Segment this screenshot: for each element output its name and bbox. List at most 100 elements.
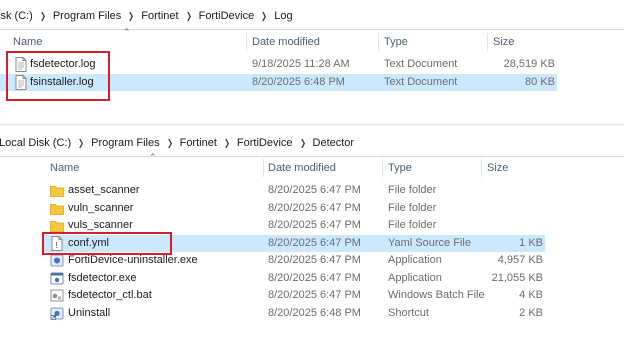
breadcrumb-item-program-files[interactable]: Program Files — [52, 10, 122, 22]
folder-row-asset-scanner[interactable]: asset_scanner 8/20/2025 6:47 PM File fol… — [0, 182, 624, 199]
folder-icon — [50, 204, 64, 215]
file-type: File folder — [388, 202, 437, 214]
breadcrumb: isk (C:) ❯ Program Files ❯ Fortinet ❯ Fo… — [0, 5, 624, 30]
file-type: Text Document — [384, 76, 458, 88]
address-bar-border — [0, 29, 624, 30]
yaml-file-icon: ! — [51, 236, 63, 251]
breadcrumb-item-detector[interactable]: Detector — [312, 137, 356, 149]
file-name: fsdetector.exe — [68, 272, 137, 284]
file-name: vuls_scanner — [68, 219, 133, 231]
column-header-type[interactable]: Type — [388, 158, 412, 178]
column-divider[interactable] — [481, 159, 482, 177]
file-size: 4 KB — [519, 289, 543, 301]
column-divider[interactable] — [263, 159, 264, 177]
folder-icon — [50, 186, 64, 197]
text-file-icon — [15, 57, 27, 72]
breadcrumb-item-program-files[interactable]: Program Files — [90, 137, 160, 149]
folder-row-vuls-scanner[interactable]: vuls_scanner 8/20/2025 6:47 PM File fold… — [0, 217, 624, 234]
file-row-fsdetector-ctl-bat[interactable]: fsdetector_ctl.bat 8/20/2025 6:47 PM Win… — [0, 287, 624, 304]
file-type: Shortcut — [388, 307, 429, 319]
breadcrumb: Local Disk (C:) ❯ Program Files ❯ Fortin… — [0, 132, 624, 157]
breadcrumb-item-fortinet[interactable]: Fortinet — [179, 137, 218, 149]
column-divider[interactable] — [382, 159, 383, 177]
file-row-fsdetector-log[interactable]: fsdetector.log 9/18/2025 11:28 AM Text D… — [0, 56, 624, 73]
text-file-icon — [15, 75, 27, 90]
column-header-size[interactable]: Size — [487, 158, 508, 178]
column-header-name[interactable]: Name — [13, 32, 42, 52]
file-name: fsdetector_ctl.bat — [68, 289, 152, 301]
file-type: File folder — [388, 184, 437, 196]
file-name: conf.yml — [68, 237, 109, 249]
file-size: 4,957 KB — [497, 254, 543, 266]
file-size — [465, 182, 543, 199]
column-header-date-modified[interactable]: Date modified — [252, 32, 320, 52]
column-divider[interactable] — [378, 33, 379, 51]
file-type: Yaml Source File — [388, 237, 471, 249]
chevron-right-icon: ❯ — [128, 10, 135, 21]
explorer-pane-log: isk (C:) ❯ Program Files ❯ Fortinet ❯ Fo… — [0, 0, 624, 118]
chevron-right-icon: ❯ — [39, 10, 46, 21]
file-date: 8/20/2025 6:48 PM — [268, 307, 361, 319]
svg-text:!: ! — [55, 241, 58, 250]
breadcrumb-item-drive[interactable]: Local Disk (C:) — [0, 137, 72, 149]
file-name: vuln_scanner — [68, 202, 134, 214]
pane-separator — [0, 124, 624, 125]
file-type: Text Document — [384, 58, 458, 70]
file-date: 8/20/2025 6:47 PM — [268, 289, 361, 301]
file-row-fsinstaller-log[interactable]: fsinstaller.log 8/20/2025 6:48 PM Text D… — [0, 74, 557, 91]
app-icon — [50, 272, 64, 285]
chevron-right-icon: ❯ — [185, 10, 192, 21]
breadcrumb-item-fortidevice[interactable]: FortiDevice — [198, 10, 256, 22]
shortcut-icon — [50, 307, 64, 320]
file-type: Application — [388, 272, 442, 284]
file-date: 8/20/2025 6:48 PM — [252, 76, 345, 88]
column-header-date-modified[interactable]: Date modified — [268, 158, 336, 178]
file-size — [465, 200, 543, 217]
file-size: 1 KB — [519, 237, 543, 249]
file-date: 8/20/2025 6:47 PM — [268, 237, 361, 249]
chevron-right-icon: ❯ — [78, 137, 85, 148]
file-row-fortidevice-uninstaller[interactable]: FortiDevice-uninstaller.exe 8/20/2025 6:… — [0, 252, 624, 269]
breadcrumb-item-fortinet[interactable]: Fortinet — [140, 10, 179, 22]
file-size: 28,519 KB — [503, 58, 555, 70]
column-header-name[interactable]: Name — [50, 158, 79, 178]
chevron-right-icon: ❯ — [261, 10, 268, 21]
address-bar-border — [0, 156, 624, 157]
file-row-uninstall-shortcut[interactable]: Uninstall 8/20/2025 6:48 PM Shortcut 2 K… — [0, 305, 624, 322]
file-row-fsdetector-exe[interactable]: fsdetector.exe 8/20/2025 6:47 PM Applica… — [0, 270, 624, 287]
breadcrumb-item-drive[interactable]: isk (C:) — [0, 10, 34, 22]
sort-ascending-icon: ⌃ — [149, 152, 157, 162]
file-size: 80 KB — [525, 76, 555, 88]
file-date: 8/20/2025 6:47 PM — [268, 272, 361, 284]
file-name: Uninstall — [68, 307, 111, 319]
file-date: 9/18/2025 11:28 AM — [252, 58, 350, 70]
column-divider[interactable] — [487, 33, 488, 51]
file-type: Application — [388, 254, 442, 266]
file-name: FortiDevice-uninstaller.exe — [68, 254, 198, 266]
file-date: 8/20/2025 6:47 PM — [268, 219, 361, 231]
file-type: File folder — [388, 219, 437, 231]
file-date: 8/20/2025 6:47 PM — [268, 202, 361, 214]
column-header-size[interactable]: Size — [493, 32, 514, 52]
breadcrumb-item-log[interactable]: Log — [273, 10, 293, 22]
chevron-right-icon: ❯ — [166, 137, 173, 148]
uninstaller-app-icon — [50, 254, 64, 267]
chevron-right-icon: ❯ — [223, 137, 230, 148]
sort-ascending-icon: ⌃ — [123, 27, 131, 37]
file-size: 21,055 KB — [491, 272, 543, 284]
explorer-pane-detector: Local Disk (C:) ❯ Program Files ❯ Fortin… — [0, 131, 624, 345]
chevron-right-icon: ❯ — [299, 137, 306, 148]
file-name: asset_scanner — [68, 184, 140, 196]
folder-icon — [50, 221, 64, 232]
file-size — [465, 217, 543, 234]
folder-row-vuln-scanner[interactable]: vuln_scanner 8/20/2025 6:47 PM File fold… — [0, 200, 624, 217]
breadcrumb-item-fortidevice[interactable]: FortiDevice — [236, 137, 294, 149]
file-name: fsdetector.log — [30, 58, 96, 70]
file-size: 2 KB — [519, 307, 543, 319]
file-date: 8/20/2025 6:47 PM — [268, 254, 361, 266]
file-row-conf-yml[interactable]: ! conf.yml 8/20/2025 6:47 PM Yaml Source… — [44, 235, 545, 252]
column-divider[interactable] — [246, 33, 247, 51]
column-header-type[interactable]: Type — [384, 32, 408, 52]
file-name: fsinstaller.log — [30, 76, 94, 88]
batch-file-icon — [50, 289, 64, 302]
